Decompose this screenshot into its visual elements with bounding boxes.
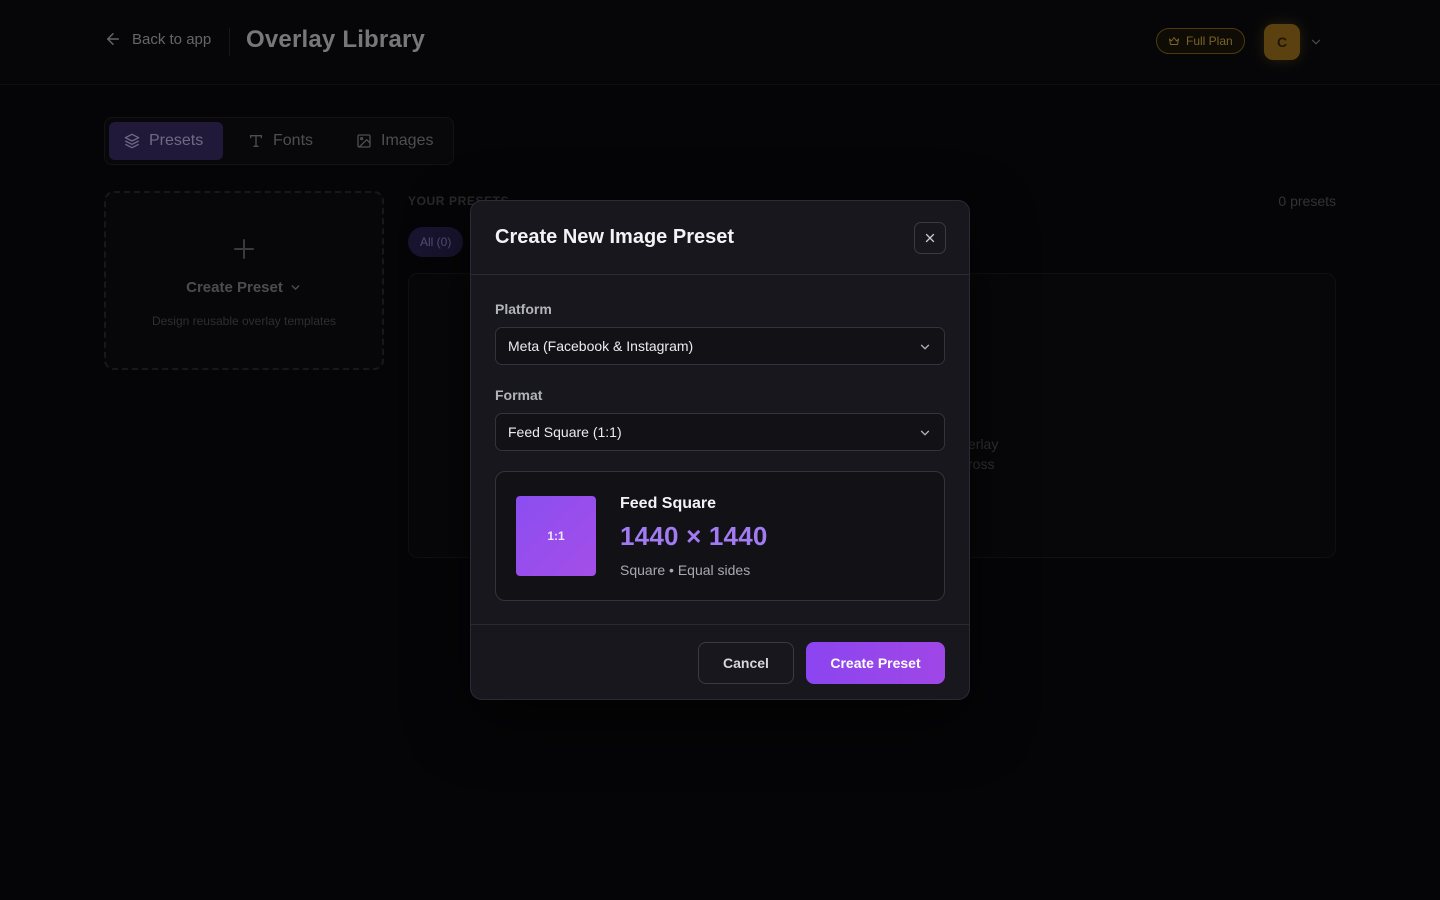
dialog-title: Create New Image Preset <box>495 226 735 248</box>
platform-label: Platform <box>495 301 552 317</box>
cancel-button[interactable]: Cancel <box>698 642 794 684</box>
format-label: Format <box>495 387 543 403</box>
format-preview-card: 1:1 Feed Square 1440 × 1440 Square • Equ… <box>495 471 945 601</box>
format-name: Feed Square <box>620 495 717 512</box>
create-preset-button[interactable]: Create Preset <box>806 642 945 684</box>
chevron-down-icon <box>920 344 930 350</box>
chevron-down-icon <box>920 430 930 436</box>
platform-select[interactable]: Meta (Facebook & Instagram) <box>495 327 945 365</box>
aspect-ratio-preview: 1:1 <box>516 496 596 576</box>
close-icon <box>925 233 935 243</box>
aspect-ratio-label: 1:1 <box>547 529 565 543</box>
dialog-header-divider <box>471 274 969 275</box>
format-dimensions: 1440 × 1440 <box>620 521 768 551</box>
dialog-footer-divider <box>471 624 969 625</box>
platform-value: Meta (Facebook & Instagram) <box>508 338 694 354</box>
close-button[interactable] <box>914 222 946 254</box>
format-description: Square • Equal sides <box>620 562 751 578</box>
format-value: Feed Square (1:1) <box>508 424 622 440</box>
create-image-preset-dialog: Create New Image Preset Platform Meta (F… <box>470 200 970 700</box>
format-select[interactable]: Feed Square (1:1) <box>495 413 945 451</box>
